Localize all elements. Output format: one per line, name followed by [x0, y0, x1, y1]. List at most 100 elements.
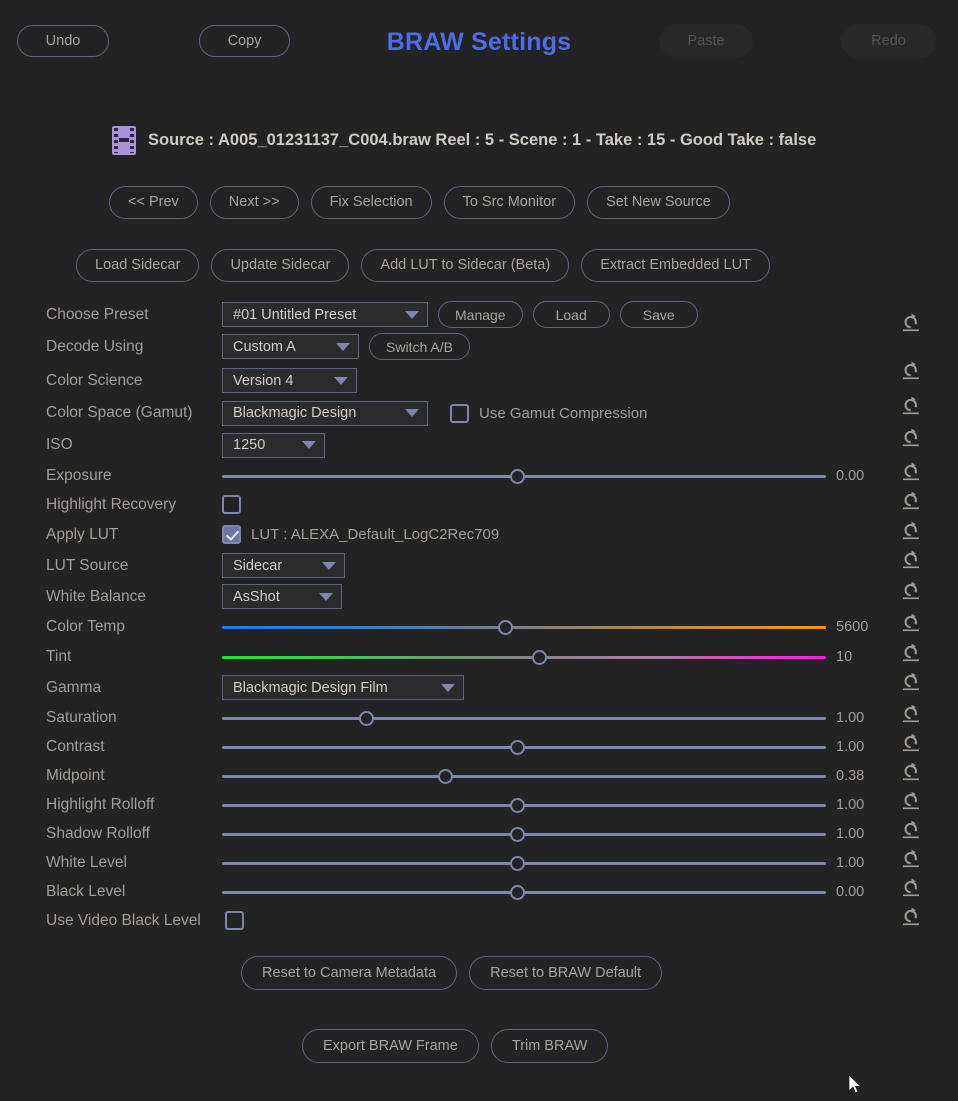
- chevron-down-icon: [334, 377, 348, 385]
- film-strip-icon: [112, 126, 136, 155]
- slider-knob[interactable]: [498, 620, 513, 635]
- row-exposure: Exposure 0.00: [0, 461, 958, 490]
- slider-knob[interactable]: [438, 769, 453, 784]
- reset-arrow-icon-highlight-rolloff[interactable]: [900, 789, 922, 811]
- reset-arrow-icon-contrast[interactable]: [900, 731, 922, 753]
- reset-to-camera-metadata-button[interactable]: Reset to Camera Metadata: [241, 956, 457, 990]
- reset-arrow-icon-white-balance[interactable]: [900, 579, 922, 601]
- sidecar-button-row: Load Sidecar Update Sidecar Add LUT to S…: [76, 249, 770, 282]
- source-info-text: Source : A005_01231137_C004.braw Reel : …: [148, 131, 816, 150]
- reset-arrow-icon-use-video-black-level[interactable]: [900, 905, 922, 927]
- row-iso: ISO 1250: [0, 429, 958, 461]
- set-new-source-button[interactable]: Set New Source: [587, 186, 730, 219]
- color-temp-slider[interactable]: [222, 617, 826, 637]
- slider-track: [222, 775, 826, 778]
- chevron-down-icon: [322, 562, 336, 570]
- next-button[interactable]: Next >>: [210, 186, 299, 219]
- chevron-down-icon: [405, 409, 419, 417]
- tint-value: 10: [836, 649, 852, 665]
- decode-using-dropdown[interactable]: Custom A: [222, 334, 359, 359]
- highlight-rolloff-slider[interactable]: [222, 795, 826, 815]
- lut-source-value: Sidecar: [233, 558, 308, 574]
- gamma-dropdown[interactable]: Blackmagic Design Film: [222, 675, 464, 700]
- reset-arrow-icon-white-level[interactable]: [900, 847, 922, 869]
- reset-arrow-icon-lut-source[interactable]: [900, 548, 922, 570]
- reset-arrow-icon-tint[interactable]: [900, 641, 922, 663]
- color-space-dropdown[interactable]: Blackmagic Design: [222, 401, 428, 426]
- slider-knob[interactable]: [510, 469, 525, 484]
- exposure-value: 0.00: [836, 468, 864, 484]
- reset-arrow-icon-decode-using[interactable]: [900, 311, 922, 333]
- row-gamma: Gamma Blackmagic Design Film: [0, 672, 958, 703]
- reset-arrow-icon-color-science[interactable]: [900, 359, 922, 381]
- row-midpoint: Midpoint 0.38: [0, 761, 958, 790]
- choose-preset-dropdown[interactable]: #01 Untitled Preset: [222, 302, 428, 327]
- slider-knob[interactable]: [510, 856, 525, 871]
- saturation-slider[interactable]: [222, 708, 826, 728]
- slider-knob[interactable]: [510, 740, 525, 755]
- paste-button[interactable]: Paste: [659, 24, 753, 58]
- preset-manage-button[interactable]: Manage: [438, 301, 523, 328]
- reset-arrow-icon-apply-lut[interactable]: [900, 519, 922, 541]
- reset-arrow-icon-color-temp[interactable]: [900, 611, 922, 633]
- row-shadow-rolloff: Shadow Rolloff 1.00: [0, 819, 958, 848]
- reset-arrow-icon-iso[interactable]: [900, 426, 922, 448]
- slider-knob[interactable]: [359, 711, 374, 726]
- add-lut-to-sidecar-button[interactable]: Add LUT to Sidecar (Beta): [361, 249, 569, 282]
- reset-arrow-icon-gamma[interactable]: [900, 670, 922, 692]
- contrast-slider[interactable]: [222, 737, 826, 757]
- use-video-black-level-label: Use Video Black Level: [46, 912, 201, 930]
- iso-label: ISO: [46, 436, 73, 454]
- reset-arrow-icon-midpoint[interactable]: [900, 760, 922, 782]
- update-sidecar-button[interactable]: Update Sidecar: [211, 249, 349, 282]
- decode-using-value: Custom A: [233, 339, 322, 355]
- reset-arrow-icon-exposure[interactable]: [900, 460, 922, 482]
- white-balance-dropdown[interactable]: AsShot: [222, 584, 342, 609]
- redo-button[interactable]: Redo: [841, 24, 936, 58]
- preset-save-button[interactable]: Save: [620, 301, 698, 328]
- extract-embedded-lut-button[interactable]: Extract Embedded LUT: [581, 249, 770, 282]
- highlight-recovery-checkbox[interactable]: [222, 495, 241, 514]
- slider-knob[interactable]: [510, 885, 525, 900]
- color-temp-value: 5600: [836, 619, 868, 635]
- reset-arrow-icon-color-space[interactable]: [900, 394, 922, 416]
- navigation-button-row: << Prev Next >> Fix Selection To Src Mon…: [109, 186, 730, 219]
- white-balance-label: White Balance: [46, 588, 146, 606]
- row-highlight-rolloff: Highlight Rolloff 1.00: [0, 790, 958, 819]
- to-src-monitor-button[interactable]: To Src Monitor: [444, 186, 575, 219]
- prev-button[interactable]: << Prev: [109, 186, 198, 219]
- color-temp-label: Color Temp: [46, 618, 125, 636]
- midpoint-slider[interactable]: [222, 766, 826, 786]
- slider-knob[interactable]: [510, 827, 525, 842]
- color-space-label: Color Space (Gamut): [46, 404, 192, 422]
- slider-knob[interactable]: [510, 798, 525, 813]
- black-level-slider[interactable]: [222, 882, 826, 902]
- reset-arrow-icon-saturation[interactable]: [900, 702, 922, 724]
- tint-label: Tint: [46, 648, 71, 666]
- tint-slider[interactable]: [222, 647, 826, 667]
- lut-source-dropdown[interactable]: Sidecar: [222, 553, 345, 578]
- trim-braw-button[interactable]: Trim BRAW: [491, 1029, 608, 1063]
- fix-selection-button[interactable]: Fix Selection: [311, 186, 432, 219]
- use-video-black-level-checkbox[interactable]: [225, 911, 244, 930]
- shadow-rolloff-slider[interactable]: [222, 824, 826, 844]
- use-gamut-compression-checkbox[interactable]: [450, 404, 469, 423]
- switch-ab-button[interactable]: Switch A/B: [369, 333, 470, 360]
- load-sidecar-button[interactable]: Load Sidecar: [76, 249, 199, 282]
- export-braw-frame-button[interactable]: Export BRAW Frame: [302, 1029, 479, 1063]
- slider-knob[interactable]: [532, 650, 547, 665]
- reset-to-braw-default-button[interactable]: Reset to BRAW Default: [469, 956, 662, 990]
- reset-arrow-icon-shadow-rolloff[interactable]: [900, 818, 922, 840]
- chevron-down-icon: [405, 311, 419, 319]
- reset-arrow-icon-black-level[interactable]: [900, 876, 922, 898]
- iso-dropdown[interactable]: 1250: [222, 433, 325, 458]
- color-science-dropdown[interactable]: Version 4: [222, 368, 357, 393]
- exposure-slider[interactable]: [222, 466, 826, 486]
- white-level-slider[interactable]: [222, 853, 826, 873]
- chevron-down-icon: [441, 684, 455, 692]
- reset-button-row: Reset to Camera Metadata Reset to BRAW D…: [241, 956, 662, 990]
- saturation-value: 1.00: [836, 710, 864, 726]
- preset-load-button[interactable]: Load: [533, 301, 610, 328]
- apply-lut-checkbox[interactable]: [222, 525, 241, 544]
- reset-arrow-icon-highlight-recovery[interactable]: [900, 489, 922, 511]
